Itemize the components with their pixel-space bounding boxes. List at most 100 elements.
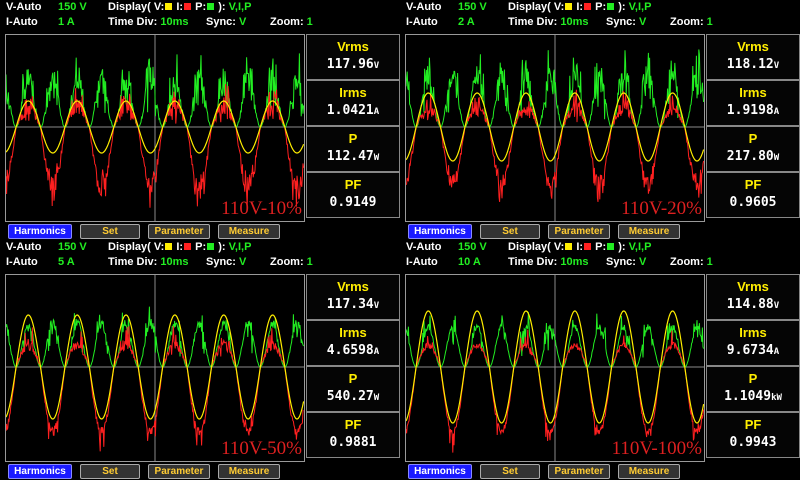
measure-button[interactable]: Measure <box>618 464 680 479</box>
waveform-plot: 110V-100% <box>405 274 705 462</box>
status-header: V-Auto 150 V Display( V: I: P: ): V,I,P … <box>400 0 800 30</box>
time-div: Time Div: 10ms <box>508 256 589 268</box>
power-swatch-icon <box>207 3 215 10</box>
current-swatch-icon <box>184 3 192 10</box>
softkey-bar: Harmonics Set Parameter Measure <box>408 224 800 239</box>
vrms-cell[interactable]: Vrms 118.12V <box>706 34 800 80</box>
harmonics-button[interactable]: Harmonics <box>8 224 72 239</box>
parameter-button[interactable]: Parameter <box>148 224 210 239</box>
i-range: 1 A <box>58 16 75 28</box>
set-button[interactable]: Set <box>80 464 140 479</box>
display-legend: Display( V: I: P: ): V,I,P <box>508 241 652 253</box>
softkey-bar: Harmonics Set Parameter Measure <box>8 224 400 239</box>
v-mode: V-Auto <box>406 1 442 13</box>
plot-grid <box>406 35 704 221</box>
pf-cell[interactable]: PF 0.9149 <box>306 172 400 218</box>
v-range: 150 V <box>58 241 87 253</box>
voltage-swatch-icon <box>565 3 573 10</box>
power-swatch-icon <box>607 3 615 10</box>
v-range: 150 V <box>458 241 487 253</box>
status-header: V-Auto 150 V Display( V: I: P: ): V,I,P … <box>0 240 400 270</box>
pf-cell[interactable]: PF 0.9881 <box>306 412 400 458</box>
vrms-cell[interactable]: Vrms 117.34V <box>306 274 400 320</box>
power-cell[interactable]: P 112.47W <box>306 126 400 172</box>
vrms-cell[interactable]: Vrms 114.88V <box>706 274 800 320</box>
i-mode: I-Auto <box>406 16 438 28</box>
vrms-cell[interactable]: Vrms 117.96V <box>306 34 400 80</box>
sync: Sync: V <box>206 16 247 28</box>
display-legend: Display( V: I: P: ): V,I,P <box>508 1 652 13</box>
time-div: Time Div: 10ms <box>108 16 189 28</box>
scope-panel-1: V-Auto 150 V Display( V: I: P: ): V,I,P … <box>0 0 400 240</box>
status-header: V-Auto 150 V Display( V: I: P: ): V,I,P … <box>400 240 800 270</box>
waveform-svg <box>406 275 704 461</box>
harmonics-button[interactable]: Harmonics <box>8 464 72 479</box>
time-div: Time Div: 10ms <box>108 256 189 268</box>
waveform-svg <box>6 35 304 221</box>
pf-cell[interactable]: PF 0.9943 <box>706 412 800 458</box>
v-range: 150 V <box>458 1 487 13</box>
irms-cell[interactable]: Irms 1.9198A <box>706 80 800 126</box>
voltage-swatch-icon <box>565 243 573 250</box>
scope-panel-3: V-Auto 150 V Display( V: I: P: ): V,I,P … <box>0 240 400 480</box>
current-swatch-icon <box>584 243 592 250</box>
zoom: Zoom: 1 <box>270 256 313 268</box>
measure-button[interactable]: Measure <box>218 464 280 479</box>
status-header: V-Auto 150 V Display( V: I: P: ): V,I,P … <box>0 0 400 30</box>
v-mode: V-Auto <box>6 241 42 253</box>
measure-button[interactable]: Measure <box>618 224 680 239</box>
watermark-label: 110V-20% <box>621 198 702 219</box>
plot-grid <box>6 35 304 221</box>
parameter-button[interactable]: Parameter <box>548 464 610 479</box>
measurement-column: Vrms 117.96V Irms 1.0421A P 112.47W PF 0.914… <box>306 34 400 220</box>
waveform-svg <box>406 35 704 221</box>
scope-panel-4: V-Auto 150 V Display( V: I: P: ): V,I,P … <box>400 240 800 480</box>
waveform-plot: 110V-10% <box>5 34 305 222</box>
power-swatch-icon <box>207 243 215 250</box>
v-mode: V-Auto <box>406 241 442 253</box>
softkey-bar: Harmonics Set Parameter Measure <box>408 464 800 479</box>
v-range: 150 V <box>58 1 87 13</box>
display-legend: Display( V: I: P: ): V,I,P <box>108 1 252 13</box>
measurement-column: Vrms 118.12V Irms 1.9198A P 217.80W PF 0.960… <box>706 34 800 220</box>
softkey-bar: Harmonics Set Parameter Measure <box>8 464 400 479</box>
watermark-label: 110V-50% <box>221 438 302 459</box>
power-cell[interactable]: P 217.80W <box>706 126 800 172</box>
set-button[interactable]: Set <box>480 224 540 239</box>
parameter-button[interactable]: Parameter <box>548 224 610 239</box>
power-swatch-icon <box>607 243 615 250</box>
voltage-swatch-icon <box>165 3 173 10</box>
i-mode: I-Auto <box>6 256 38 268</box>
zoom: Zoom: 1 <box>670 256 713 268</box>
power-cell[interactable]: P 1.1049kW <box>706 366 800 412</box>
zoom: Zoom: 1 <box>270 16 313 28</box>
i-mode: I-Auto <box>6 16 38 28</box>
sync: Sync: V <box>206 256 247 268</box>
harmonics-button[interactable]: Harmonics <box>408 464 472 479</box>
watermark-label: 110V-100% <box>611 438 702 459</box>
irms-cell[interactable]: Irms 1.0421A <box>306 80 400 126</box>
pf-cell[interactable]: PF 0.9605 <box>706 172 800 218</box>
harmonics-button[interactable]: Harmonics <box>408 224 472 239</box>
measure-button[interactable]: Measure <box>218 224 280 239</box>
measurement-column: Vrms 114.88V Irms 9.6734A P 1.1049kW PF 0.99… <box>706 274 800 460</box>
sync: Sync: V <box>606 256 647 268</box>
voltage-swatch-icon <box>165 243 173 250</box>
waveform-svg <box>6 275 304 461</box>
irms-cell[interactable]: Irms 4.6598A <box>306 320 400 366</box>
parameter-button[interactable]: Parameter <box>148 464 210 479</box>
irms-cell[interactable]: Irms 9.6734A <box>706 320 800 366</box>
i-range: 10 A <box>458 256 481 268</box>
power-cell[interactable]: P 540.27W <box>306 366 400 412</box>
current-swatch-icon <box>584 3 592 10</box>
current-swatch-icon <box>184 243 192 250</box>
set-button[interactable]: Set <box>480 464 540 479</box>
measurement-column: Vrms 117.34V Irms 4.6598A P 540.27W PF 0.988… <box>306 274 400 460</box>
time-div: Time Div: 10ms <box>508 16 589 28</box>
sync: Sync: V <box>606 16 647 28</box>
i-range: 2 A <box>458 16 475 28</box>
zoom: Zoom: 1 <box>670 16 713 28</box>
waveform-plot: 110V-20% <box>405 34 705 222</box>
scope-panel-2: V-Auto 150 V Display( V: I: P: ): V,I,P … <box>400 0 800 240</box>
set-button[interactable]: Set <box>80 224 140 239</box>
